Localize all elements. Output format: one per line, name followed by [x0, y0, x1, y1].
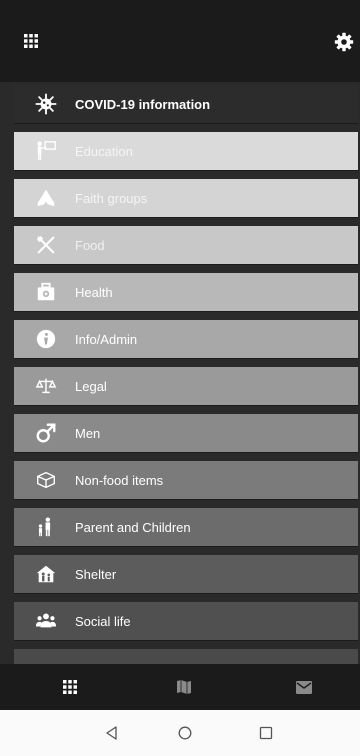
recents-icon[interactable]: [256, 723, 276, 743]
menu-item-label: Info/Admin: [75, 331, 138, 347]
system-navigation-bar: [0, 710, 360, 756]
menu-item-non-food-items[interactable]: Non-food items: [14, 461, 358, 499]
home-icon[interactable]: [175, 723, 195, 743]
grid-menu-icon[interactable]: [24, 34, 38, 48]
male-symbol-icon: [34, 421, 58, 445]
category-list: COVID-19 information Education Faith gro…: [0, 82, 360, 664]
praying-hands-icon: [34, 186, 58, 210]
menu-item-label: Parent and Children: [75, 519, 191, 535]
gear-icon[interactable]: [334, 32, 354, 52]
menu-item-food[interactable]: Food: [14, 226, 358, 264]
virus-icon: [34, 92, 58, 116]
menu-item-covid[interactable]: COVID-19 information: [14, 85, 358, 123]
menu-item-label: Food: [75, 237, 105, 253]
menu-item-label: Legal: [75, 378, 107, 394]
menu-item-faith-groups[interactable]: Faith groups: [14, 179, 358, 217]
scales-icon: [34, 374, 58, 398]
menu-item-label: COVID-19 information: [75, 96, 211, 112]
house-people-icon: [34, 562, 58, 586]
menu-item-label: Men: [75, 425, 101, 441]
menu-item-parent-children[interactable]: Parent and Children: [14, 508, 358, 546]
menu-item-label: Social life: [75, 613, 131, 629]
box-icon: [34, 468, 58, 492]
map-icon[interactable]: [174, 677, 194, 697]
menu-item-health[interactable]: Health: [14, 273, 358, 311]
utensils-icon: [34, 233, 58, 257]
back-icon[interactable]: [102, 723, 122, 743]
menu-item-shelter[interactable]: Shelter: [14, 555, 358, 593]
menu-item-partial[interactable]: [14, 649, 358, 664]
info-icon: [34, 327, 58, 351]
menu-item-label: Shelter: [75, 566, 117, 582]
bottom-navigation: [0, 664, 360, 710]
grid-icon[interactable]: [60, 677, 80, 697]
menu-item-label: Non-food items: [75, 472, 164, 488]
menu-item-label: Education: [75, 143, 133, 159]
medical-kit-icon: [34, 280, 58, 304]
menu-item-legal[interactable]: Legal: [14, 367, 358, 405]
menu-item-education[interactable]: Education: [14, 132, 358, 170]
menu-item-label: Faith groups: [75, 190, 148, 206]
mail-icon[interactable]: [294, 677, 314, 697]
group-icon: [34, 609, 58, 633]
menu-item-info-admin[interactable]: Info/Admin: [14, 320, 358, 358]
family-icon: [34, 515, 58, 539]
menu-item-social-life[interactable]: Social life: [14, 602, 358, 640]
menu-item-label: Health: [75, 284, 113, 300]
top-app-bar: [0, 0, 360, 82]
teacher-board-icon: [34, 139, 58, 163]
menu-item-men[interactable]: Men: [14, 414, 358, 452]
